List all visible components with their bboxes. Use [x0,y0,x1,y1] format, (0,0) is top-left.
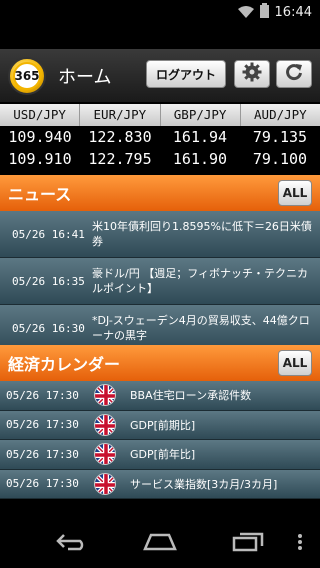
app-logo: 365 [8,57,46,95]
calendar-item[interactable]: 05/26 17:30 BBA住宅ローン承認件数 [0,381,320,411]
ask-row: 109.910 122.795 161.90 79.100 [0,148,320,170]
calendar-list: 05/26 17:30 BBA住宅ローン承認件数 05/26 17:30 GDP… [0,381,320,499]
news-item[interactable]: 05/26 16:35 豪ドル/円 【週足；フィボナッチ・テクニカルポイント】 [0,258,320,305]
gear-icon [242,62,262,86]
news-list: 05/26 16:41 米10年債利回り1.8595%に低下＝26日米債券 05… [0,211,320,352]
bid-value: 122.830 [88,128,152,146]
recents-button[interactable] [228,532,268,556]
overflow-menu-button[interactable] [288,532,312,556]
calendar-title: 経済カレンダー [8,355,121,374]
news-headline: 豪ドル/円 【週足；フィボナッチ・テクニカルポイント】 [92,267,308,295]
calendar-event: GDP[前期比] [130,418,196,432]
rates-board: USD/JPY EUR/JPY GBP/JPY AUD/JPY 109.940 … [0,104,320,174]
calendar-time: 05/26 17:30 [6,388,79,402]
uk-flag-icon [94,384,116,407]
ask-value: 161.90 [172,150,228,168]
calendar-time: 05/26 17:30 [6,418,79,432]
calendar-time: 05/26 17:30 [6,477,79,491]
wifi-icon [237,3,254,22]
status-time: 16:44 [274,5,312,20]
uk-flag-icon [94,413,116,436]
ask-value: 79.100 [252,150,308,168]
news-headline: 米10年債利回り1.8595%に低下＝26日米債券 [92,220,312,248]
back-button[interactable] [52,532,92,556]
news-all-button[interactable]: ALL [278,180,312,206]
news-time: 05/26 16:35 [12,274,85,288]
calendar-section-header: 経済カレンダー ALL [0,345,320,381]
calendar-item[interactable]: 05/26 17:30 サービス業指数[3カ月/3カ月] [0,469,320,499]
bid-value: 109.940 [8,128,72,146]
bid-value: 161.94 [172,128,228,146]
news-time: 05/26 16:30 [12,321,85,335]
uk-flag-icon [94,443,116,466]
recents-icon [232,532,264,556]
pair-header[interactable]: USD/JPY [0,104,81,126]
back-icon [56,533,88,555]
status-icons: 16:44 [237,3,312,22]
uk-flag-icon [94,472,116,495]
system-nav-bar [0,520,320,568]
news-time: 05/26 16:41 [12,227,85,241]
calendar-all-button[interactable]: ALL [278,350,312,376]
pair-header[interactable]: GBP/JPY [161,104,241,126]
bid-row: 109.940 122.830 161.94 79.135 [0,126,320,148]
calendar-item[interactable]: 05/26 17:30 GDP[前期比] [0,410,320,440]
calendar-time: 05/26 17:30 [6,447,79,461]
calendar-event: BBA住宅ローン承認件数 [130,389,252,403]
status-bar: 16:44 [0,0,320,25]
settings-button[interactable] [234,60,270,88]
overflow-menu-icon [297,533,303,555]
home-button[interactable] [140,532,180,556]
pair-header[interactable]: AUD/JPY [241,104,320,126]
refresh-icon [284,62,304,86]
pair-header[interactable]: EUR/JPY [80,104,161,126]
rate-headers: USD/JPY EUR/JPY GBP/JPY AUD/JPY [0,104,320,126]
logout-button[interactable]: ログアウト [146,60,226,88]
battery-icon [259,3,269,22]
calendar-event: GDP[前年比] [130,448,196,462]
news-title: ニュース [8,185,72,204]
refresh-button[interactable] [276,60,312,88]
app-header: 365 ホーム ログアウト [0,49,320,103]
bid-value: 79.135 [252,128,308,146]
ask-value: 109.910 [8,150,72,168]
news-item[interactable]: 05/26 16:41 米10年債利回り1.8595%に低下＝26日米債券 [0,211,320,258]
page-title: ホーム [58,67,112,88]
ask-value: 122.795 [88,150,152,168]
calendar-item[interactable]: 05/26 17:30 GDP[前年比] [0,440,320,470]
logo-text: 365 [13,62,41,90]
news-headline: *DJ-スウェーデン4月の貿易収支、44億クローナの黒字 [92,314,310,342]
calendar-event: サービス業指数[3カ月/3カ月] [130,477,278,491]
news-section-header: ニュース ALL [0,175,320,211]
home-icon [143,533,177,555]
